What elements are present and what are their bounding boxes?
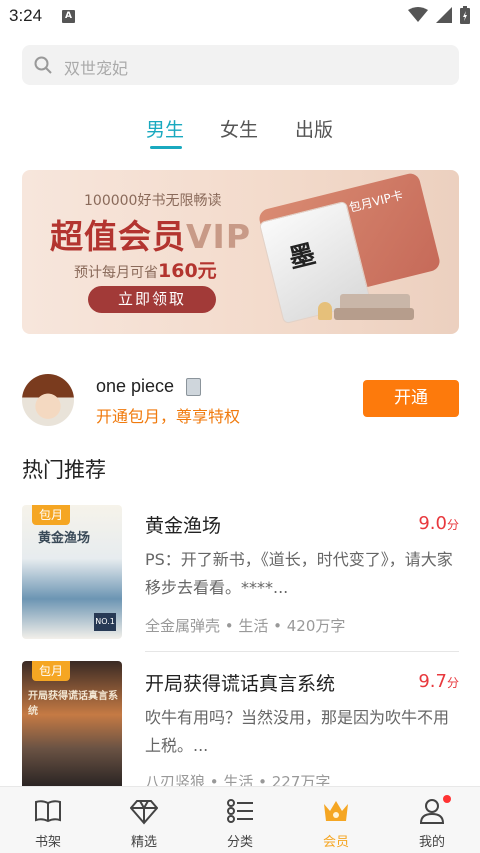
notification-dot [443, 795, 451, 803]
list-icon [227, 799, 253, 823]
cover-title: 黄金渔场 [38, 531, 91, 546]
section-title: 热门推荐 [22, 458, 106, 482]
nav-label: 我的 [418, 835, 445, 850]
nav-bookshelf[interactable]: 书架 [0, 787, 96, 853]
tab-publish[interactable]: 出版 [295, 115, 333, 142]
badge-icon [186, 378, 201, 396]
banner-price-value: 160元 [158, 260, 217, 282]
open-membership-button[interactable]: 开通 [363, 380, 459, 417]
wifi-icon [408, 7, 428, 22]
username: one piece [96, 376, 175, 396]
banner-price-prefix: 预计每月可省 [74, 265, 158, 281]
notification-icon: A [62, 10, 75, 23]
nav-label: 会员 [322, 835, 349, 850]
crown-icon [324, 801, 348, 821]
vip-banner[interactable]: 100000好书无限畅读 超值会员VIP 预计每月可省160元 立即领取 包月V… [22, 170, 459, 334]
ink-card-text: 墨 [286, 239, 319, 275]
banner-title-vip: VIP [186, 217, 252, 256]
decor-book-base [334, 308, 414, 320]
book-description: 吹牛有用吗？当然没用，那是因为吹牛不用上税。... [145, 708, 450, 755]
status-icons [408, 6, 470, 24]
book-title[interactable]: 开局获得谎话真言系统 [145, 669, 335, 696]
vip-card-label: 包月VIP卡 [347, 188, 405, 215]
member-promo: 开通包月，尊享特权 [96, 407, 241, 426]
nav-member[interactable]: 会员 [288, 787, 384, 853]
cover-badge: NO.1 [94, 613, 116, 631]
search-placeholder: 双世宠妃 [64, 59, 129, 78]
search-input[interactable]: 双世宠妃 [22, 45, 459, 85]
banner-title: 超值会员VIP [50, 210, 251, 258]
banner-price: 预计每月可省160元 [74, 256, 217, 283]
book-description: PS：开了新书，《道长，时代变了》，请大家移步去看看。****... [145, 550, 453, 597]
nav-mine[interactable]: 我的 [384, 787, 480, 853]
status-time: 3:24 [9, 6, 43, 25]
tab-indicator [150, 146, 182, 149]
signal-icon [436, 7, 452, 23]
decor-cone [318, 302, 332, 320]
battery-icon [460, 6, 470, 24]
screen: 3:24 A 双世宠妃 男生 女生 出版 100000好书无限畅读 超值会员VI… [0, 0, 480, 853]
book-icon [35, 800, 61, 823]
cover-title: 开局获得谎话真言系统 [28, 691, 118, 717]
bottom-nav: 书架 精选 分类 会员 我的 [0, 786, 480, 853]
book-cover[interactable]: 包月 黄金渔场 NO.1 [22, 505, 122, 639]
status-bar: 3:24 A [0, 0, 480, 34]
monthly-tag: 包月 [32, 505, 70, 525]
nav-label: 书架 [34, 835, 61, 850]
nav-featured[interactable]: 精选 [96, 787, 192, 853]
person-icon [419, 799, 445, 824]
banner-title-main: 超值会员 [50, 217, 186, 256]
tab-male[interactable]: 男生 [146, 115, 184, 142]
book-score: 9.7分 [418, 671, 459, 692]
book-score: 9.0分 [418, 513, 459, 534]
banner-subtitle: 100000好书无限畅读 [84, 193, 222, 209]
search-icon [34, 56, 52, 74]
divider [145, 651, 459, 652]
monthly-tag: 包月 [32, 661, 70, 681]
nav-label: 分类 [226, 835, 253, 850]
tab-female[interactable]: 女生 [220, 115, 258, 142]
avatar[interactable] [22, 374, 74, 426]
nav-category[interactable]: 分类 [192, 787, 288, 853]
claim-button[interactable]: 立即领取 [88, 286, 216, 313]
nav-label: 精选 [130, 835, 157, 850]
book-cover[interactable]: 包月 开局获得谎话真言系统 [22, 661, 122, 795]
book-title[interactable]: 黄金渔场 [145, 511, 221, 538]
diamond-icon [130, 800, 158, 825]
book-meta: 全金属弹壳 • 生活 • 420万字 [145, 617, 346, 635]
